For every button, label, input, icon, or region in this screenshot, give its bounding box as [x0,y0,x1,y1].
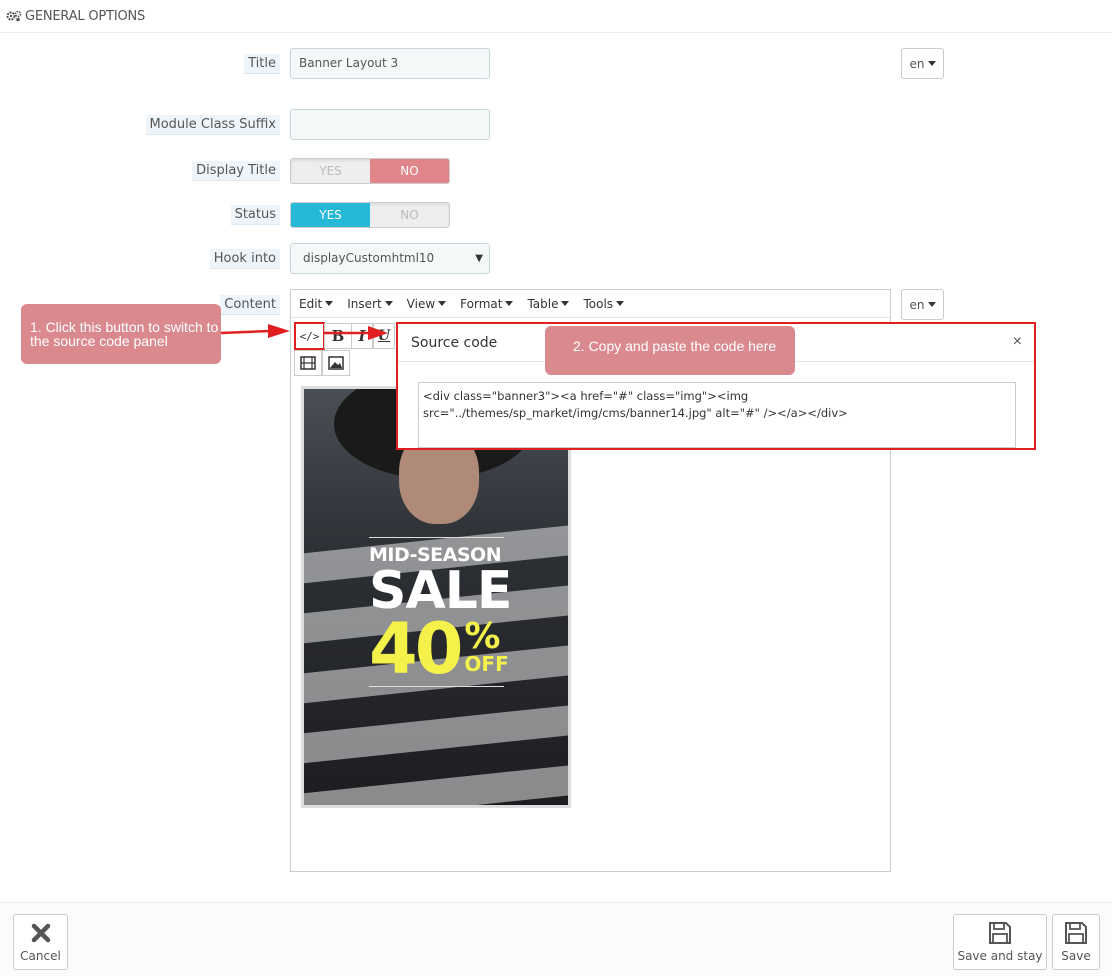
cancel-label: Cancel [20,949,61,963]
banner-percent: % [464,616,501,657]
banner-number: 40 [369,608,463,690]
content-label: Content [220,295,280,315]
menu-insert[interactable]: Insert [347,296,393,311]
save-and-stay-label: Save and stay [957,949,1043,963]
bold-button[interactable]: B [324,323,352,349]
close-icon[interactable]: × [1013,333,1022,351]
display-title-label: Display Title [192,161,280,181]
display-title-toggle[interactable]: YES NO [290,158,450,184]
form-footer: Cancel Save and stay Save [0,902,1112,976]
caret-down-icon [616,301,625,306]
title-language-value: en [909,56,925,71]
image-icon [328,356,344,370]
banner-text: MID-SEASON SALE 40 % OFF [369,537,512,703]
insert-media-button[interactable] [294,350,322,376]
status-yes[interactable]: YES [291,203,370,227]
hook-into-select[interactable]: displayCustomhtml10 ▼ [290,243,490,274]
save-button[interactable]: Save [1052,914,1100,970]
title-label: Title [244,54,280,74]
save-icon [989,922,1011,944]
display-title-no[interactable]: NO [370,159,449,183]
close-icon [31,923,50,943]
caret-down-icon [384,301,393,306]
menu-view[interactable]: View [406,296,447,311]
title-input[interactable]: Banner Layout 3 [290,48,490,79]
status-no[interactable]: NO [370,203,449,227]
cancel-button[interactable]: Cancel [13,914,68,970]
editor-menubar: Edit Insert View Format Table Tools [291,290,890,318]
module-class-suffix-input[interactable] [290,109,490,140]
step2-callout: 2. Copy and paste the code here [545,326,795,375]
caret-down-icon [438,301,447,306]
menu-view-label: View [406,296,436,311]
menu-format[interactable]: Format [460,296,514,311]
caret-down-icon [927,302,936,307]
underline-button[interactable]: U [373,323,395,349]
menu-insert-label: Insert [347,296,382,311]
save-and-stay-button[interactable]: Save and stay [953,914,1047,970]
source-code-icon: </> [299,329,320,343]
status-toggle[interactable]: YES NO [290,202,450,228]
save-icon [1065,922,1087,944]
bold-icon: B [331,327,345,345]
caret-down-icon [505,301,514,306]
italic-icon: I [358,327,366,345]
caret-down-icon [325,301,334,306]
gears-icon [6,10,22,22]
panel-heading: GENERAL OPTIONS [0,0,1112,33]
status-label: Status [230,205,280,225]
menu-table-label: Table [527,296,559,311]
insert-image-button[interactable] [322,350,350,376]
film-icon [300,356,316,370]
module-class-suffix-label: Module Class Suffix [145,115,280,135]
source-code-button[interactable]: </> [294,322,325,350]
content-language-dropdown[interactable]: en [901,289,944,320]
dialog-title: Source code [411,334,498,351]
caret-down-icon [561,301,570,306]
hook-into-label: Hook into [209,249,280,269]
italic-button[interactable]: I [351,323,373,349]
content-language-value: en [909,297,925,312]
banner-off: OFF [464,652,509,676]
caret-down-icon [927,61,936,66]
title-language-dropdown[interactable]: en [901,48,944,79]
panel-heading-text: GENERAL OPTIONS [25,8,146,24]
source-code-textarea[interactable]: <div class="banner3"><a href="#" class="… [418,382,1016,448]
underline-icon: U [377,328,391,344]
hook-into-value: displayCustomhtml10 [303,251,435,265]
display-title-yes[interactable]: YES [291,159,370,183]
menu-format-label: Format [460,296,503,311]
menu-tools[interactable]: Tools [583,296,625,311]
menu-table[interactable]: Table [527,296,570,311]
menu-tools-label: Tools [583,296,614,311]
save-label: Save [1061,949,1091,963]
step1-callout: 1. Click this button to switch to the so… [21,304,221,364]
menu-edit[interactable]: Edit [299,296,334,311]
menu-edit-label: Edit [299,296,323,311]
select-arrow-icon: ▼ [475,253,483,264]
